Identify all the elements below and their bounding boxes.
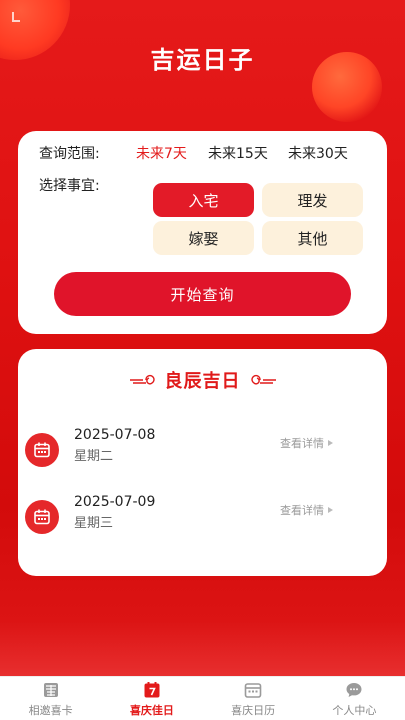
view-detail-link[interactable]: 查看详情 <box>280 435 333 451</box>
calendar-icon <box>244 681 262 699</box>
matter-label: 选择事宜: <box>39 178 100 194</box>
view-detail-link[interactable]: 查看详情 <box>280 502 333 518</box>
bottom-tab-bar: 相邀喜卡 喜庆佳日 喜庆日历 个人中心 <box>0 676 405 720</box>
day-date: 2025-07-09 <box>74 494 156 510</box>
query-card: 查询范围: 未来7天 未来15天 未来30天 选择事宜: 入宅 理发 嫁娶 其他… <box>18 131 387 334</box>
tab-festive-calendar[interactable]: 喜庆日历 <box>203 677 304 720</box>
matter-tag-qita[interactable]: 其他 <box>262 221 363 255</box>
calendar-7-icon <box>143 681 161 699</box>
view-detail-label: 查看详情 <box>280 504 324 517</box>
tab-label: 喜庆日历 <box>231 704 276 717</box>
results-card: 良辰吉日 2025-07-08 星期二 查看详情 2025-07-09 星期三 … <box>18 349 387 576</box>
tab-auspicious-days[interactable]: 喜庆佳日 <box>101 677 202 720</box>
page-title: 吉运日子 <box>150 46 255 74</box>
chevron-right-icon <box>328 440 333 446</box>
range-option-30[interactable]: 未来30天 <box>288 143 348 163</box>
tab-label: 喜庆佳日 <box>129 704 174 717</box>
tab-label: 相邀喜卡 <box>28 704 73 717</box>
cloud-ornament-right-icon <box>250 374 276 385</box>
tab-profile[interactable]: 个人中心 <box>304 677 405 720</box>
results-title: 良辰吉日 <box>164 371 241 392</box>
tab-label: 个人中心 <box>332 704 377 717</box>
double-happiness-icon <box>42 681 60 699</box>
range-option-7[interactable]: 未来7天 <box>136 143 187 163</box>
range-option-15[interactable]: 未来15天 <box>208 143 268 163</box>
tab-invitation-card[interactable]: 相邀喜卡 <box>0 677 101 720</box>
chevron-right-icon <box>328 507 333 513</box>
results-title-row: 良辰吉日 <box>18 367 387 393</box>
auspicious-day-item[interactable]: 2025-07-09 星期三 查看详情 <box>18 494 387 536</box>
day-date: 2025-07-08 <box>74 427 156 443</box>
auspicious-day-item[interactable]: 2025-07-08 星期二 查看详情 <box>18 427 387 469</box>
calendar-icon <box>25 433 59 467</box>
corner-marker-icon <box>12 12 20 22</box>
day-weekday: 星期三 <box>74 516 114 531</box>
matter-tag-lifa[interactable]: 理发 <box>262 183 363 217</box>
view-detail-label: 查看详情 <box>280 437 324 450</box>
chat-bubble-icon <box>345 681 363 699</box>
start-query-button[interactable]: 开始查询 <box>54 272 351 316</box>
matter-tag-jiaqu[interactable]: 嫁娶 <box>153 221 254 255</box>
calendar-icon <box>25 500 59 534</box>
day-weekday: 星期二 <box>74 449 114 464</box>
range-label: 查询范围: <box>39 146 100 162</box>
matter-tag-ruzhai[interactable]: 入宅 <box>153 183 254 217</box>
decor-glow <box>0 620 405 676</box>
cloud-ornament-left-icon <box>129 374 155 385</box>
